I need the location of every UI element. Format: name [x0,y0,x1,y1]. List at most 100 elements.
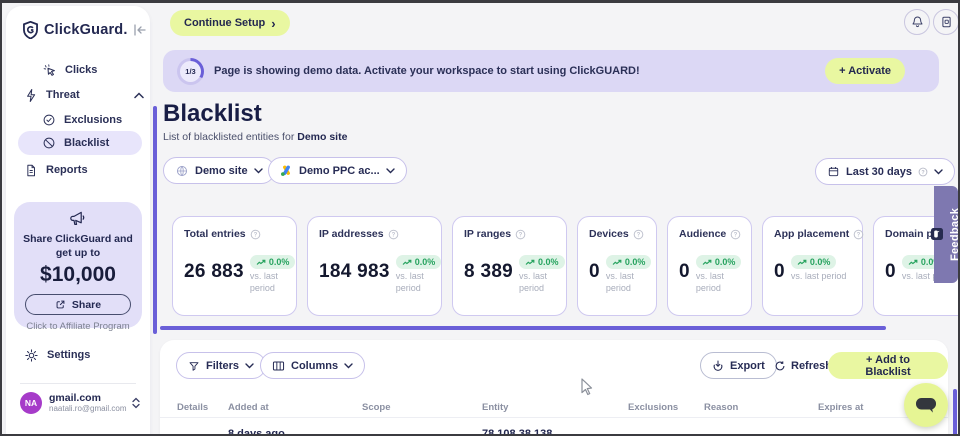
logo-row: ClickGuard. [22,21,140,39]
columns-button[interactable]: Columns [260,352,365,379]
book-icon [940,15,953,29]
notifications-button[interactable] [904,9,930,35]
info-icon: ? [633,229,644,240]
trend-value: 0.0% [625,257,646,267]
info-icon: ? [853,229,864,240]
trend-badge: 0.0% [696,255,742,269]
page-subtitle-text: List of blacklisted entities for [163,131,294,143]
page-vertical-scrollbar[interactable] [953,389,957,436]
user-menu[interactable]: NA gmail.com naatali.ro@gmail.com [20,392,140,414]
calendar-icon [827,165,840,178]
column-header-expires-at[interactable]: Expires at [818,402,863,413]
blacklist-table-card: Filters Columns Export Refresh [160,340,948,436]
page-title: Blacklist [163,100,262,128]
sidebar-item-threat[interactable]: Threat [24,84,144,106]
chat-launcher-button[interactable] [904,383,948,427]
trend-badge: 0.0% [396,255,442,269]
chevron-right-icon: › [271,16,275,31]
export-button[interactable]: Export [700,352,777,379]
sidebar-item-label: Settings [47,349,90,361]
filters-button[interactable]: Filters [176,352,266,379]
column-header-added-at[interactable]: Added at [228,402,269,413]
sidebar-scrollbar[interactable] [153,106,157,334]
sidebar-item-blacklist[interactable]: Blacklist [42,132,144,154]
sidebar-collapse-icon[interactable] [133,24,147,36]
continue-setup-label: Continue Setup [184,17,265,29]
trend-badge: 0.0% [791,255,837,269]
stat-note: vs. last period [791,271,847,283]
page-subtitle: List of blacklisted entities for Demo si… [163,131,347,143]
trend-value: 0.0% [415,257,436,267]
docs-button[interactable] [933,9,959,35]
info-icon: ? [250,229,261,240]
feedback-chat-icon [931,229,943,241]
external-link-icon [55,299,66,310]
stat-card-devices: Devices ? 0 0.0% vs. last period [577,216,657,316]
report-icon [24,163,38,178]
check-circle-icon [42,113,56,127]
svg-text:?: ? [921,169,924,175]
cards-horizontal-scrollbar[interactable] [160,326,886,330]
add-to-blacklist-button[interactable]: + Add to Blacklist [828,352,948,379]
stat-label: App placement [774,228,849,240]
download-circle-icon [712,359,724,372]
stat-note: vs. last period [396,271,442,294]
svg-text:?: ? [391,232,395,238]
info-icon: ? [730,229,741,240]
stat-note: vs. last period [606,271,652,294]
filters-label: Filters [206,360,239,372]
column-header-reason[interactable]: Reason [704,402,738,413]
stat-value: 184 983 [319,261,390,283]
svg-text:?: ? [636,232,640,238]
trend-value: 0.0% [715,257,736,267]
chevron-down-icon [934,169,943,175]
info-icon: ? [388,229,399,240]
share-button[interactable]: Share [25,294,131,315]
stat-label: Devices [589,228,629,240]
affiliate-link[interactable]: Click to Affiliate Program [22,321,134,332]
svg-text:?: ? [734,232,738,238]
activate-label: + Activate [839,65,891,77]
column-header-scope[interactable]: Scope [362,402,391,413]
sidebar-item-label: Clicks [65,64,97,76]
chevron-down-icon [254,168,263,174]
stat-card-ip-ranges: IP ranges ? 8 389 0.0% vs. last period [452,216,567,316]
sidebar-item-clicks[interactable]: Clicks [42,59,144,81]
column-header-exclusions[interactable]: Exclusions [628,402,678,413]
column-header-details[interactable]: Details [177,402,208,413]
sidebar: ClickGuard. Clicks Threat Exclusio [6,6,150,436]
demo-data-banner: 1/3 Page is showing demo data. Activate … [163,50,939,92]
window-frame-top [0,0,960,3]
continue-setup-button[interactable]: Continue Setup › [170,10,290,36]
app-window: ClickGuard. Clicks Threat Exclusio [0,0,960,436]
column-header-entity[interactable]: Entity [482,402,508,413]
sidebar-item-settings[interactable]: Settings [24,344,144,366]
sidebar-item-reports[interactable]: Reports [24,159,144,181]
user-name: gmail.com [49,392,125,404]
info-icon: ? [515,229,526,240]
megaphone-icon [69,210,87,226]
date-range-value: Last 30 days [846,166,912,178]
site-selector[interactable]: Demo site [163,157,275,184]
window-frame-left [0,0,2,436]
activate-button[interactable]: + Activate [825,58,905,84]
sidebar-item-label: Reports [46,164,88,176]
feedback-tab[interactable]: Feedback [934,186,958,283]
stat-value: 0 [679,261,690,283]
trend-badge: 0.0% [250,255,296,269]
affiliate-promo-card[interactable]: Share ClickGuard and get up to $10,000 S… [14,202,142,328]
sidebar-divider [20,383,136,384]
trend-value: 0.0% [538,257,559,267]
table-header-divider [160,417,948,418]
date-range-selector[interactable]: Last 30 days ? [815,158,955,185]
sidebar-item-exclusions[interactable]: Exclusions [42,109,144,131]
stat-value: 0 [774,261,785,283]
page-subtitle-site: Demo site [297,131,347,143]
lightning-icon [24,88,38,103]
gear-icon [24,348,39,363]
info-icon: ? [918,167,928,177]
stat-label: Audience [679,228,726,240]
ppc-account-selector[interactable]: Demo PPC ac... [268,157,407,184]
stats-cards-row: Total entries ? 26 883 0.0% vs. last per… [172,216,960,316]
speech-bubble-icon [914,396,938,415]
